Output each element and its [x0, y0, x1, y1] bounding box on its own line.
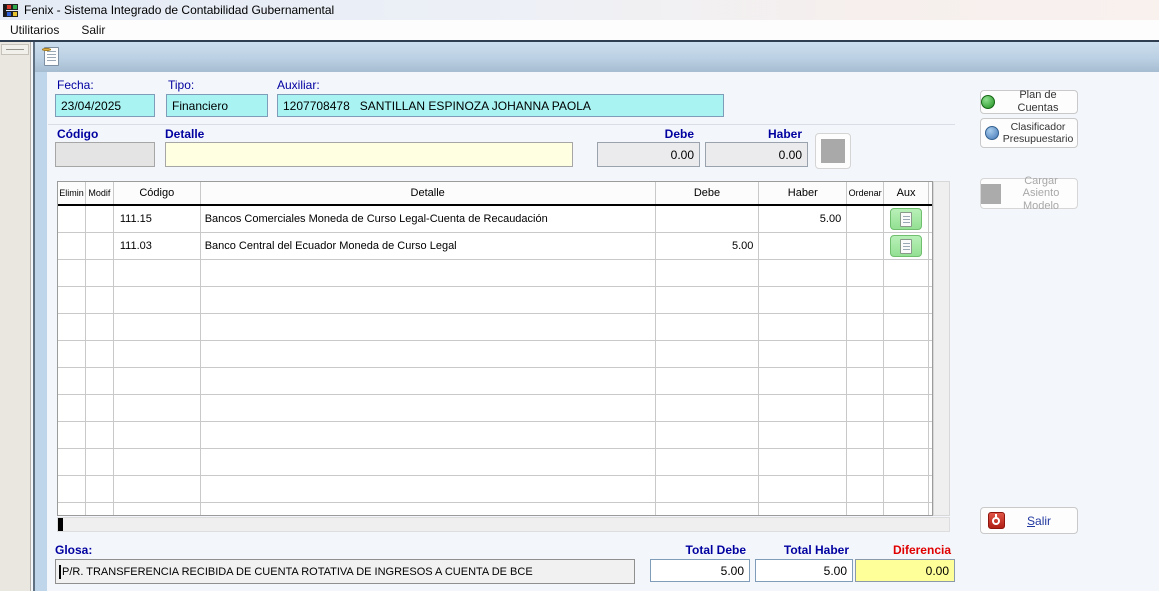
- clasificador-presupuestario-button[interactable]: Clasificador Presupuestario: [980, 118, 1078, 148]
- table-vertical-scrollbar[interactable]: [933, 181, 950, 516]
- cell-debe: [656, 206, 760, 232]
- app-logo-icon: [3, 3, 19, 18]
- aux-button[interactable]: [890, 235, 922, 257]
- table-row-empty[interactable]: [58, 449, 932, 476]
- cell-ordenar[interactable]: [847, 206, 884, 232]
- auxiliar-label: Auxiliar:: [277, 78, 320, 92]
- journal-entry-document-icon[interactable]: [44, 47, 59, 66]
- fecha-input[interactable]: 23/04/2025: [55, 94, 155, 117]
- table-row-empty[interactable]: [58, 476, 932, 503]
- fecha-label: Fecha:: [57, 78, 94, 92]
- debe-label: Debe: [597, 127, 694, 141]
- power-icon: [988, 512, 1005, 529]
- salir-label: Salir: [1027, 514, 1051, 528]
- plan-de-cuentas-label: Plan de Cuentas: [999, 89, 1077, 114]
- dock-grip-handle[interactable]: [1, 44, 29, 55]
- text-caret: [59, 565, 61, 579]
- table-row-empty[interactable]: [58, 260, 932, 287]
- cell-codigo: 111.15: [114, 206, 201, 232]
- cell-modif[interactable]: [86, 233, 114, 259]
- menu-utilitarios[interactable]: Utilitarios: [8, 21, 61, 39]
- codigo-label: Código: [57, 127, 98, 141]
- debe-input[interactable]: 0.00: [597, 142, 700, 167]
- table-row[interactable]: 111.15 Bancos Comerciales Moneda de Curs…: [58, 206, 932, 233]
- header-aux[interactable]: Aux: [884, 182, 929, 204]
- cell-aux: [884, 206, 929, 232]
- total-haber-label: Total Haber: [755, 543, 849, 557]
- add-entry-button[interactable]: [815, 133, 851, 169]
- cargar-asiento-label: Cargar Asiento Modelo: [1005, 175, 1077, 213]
- application-window: Fenix - Sistema Integrado de Contabilida…: [0, 0, 1159, 591]
- cell-detalle: Bancos Comerciales Moneda de Curso Legal…: [201, 206, 656, 232]
- cell-codigo: 111.03: [114, 233, 201, 259]
- header-haber[interactable]: Haber: [759, 182, 847, 204]
- gray-square-icon: [981, 184, 1001, 204]
- header-detalle[interactable]: Detalle: [201, 182, 656, 204]
- cell-elimin[interactable]: [58, 233, 86, 259]
- header-filler: [929, 182, 932, 204]
- tipo-label: Tipo:: [168, 78, 194, 92]
- aux-document-icon: [900, 239, 912, 254]
- blue-sphere-icon: [985, 126, 999, 140]
- glosa-text: P/R. TRANSFERENCIA RECIBIDA DE CUENTA RO…: [62, 566, 533, 578]
- header-debe[interactable]: Debe: [656, 182, 760, 204]
- detalle-label: Detalle: [165, 127, 204, 141]
- left-dock-panel[interactable]: [0, 42, 31, 591]
- table-row-empty[interactable]: [58, 341, 932, 368]
- salir-button[interactable]: Salir: [980, 507, 1078, 534]
- tipo-input[interactable]: Financiero: [166, 94, 268, 117]
- detalle-input[interactable]: [165, 142, 573, 167]
- table-row-empty[interactable]: [58, 368, 932, 395]
- table-row-empty[interactable]: [58, 287, 932, 314]
- toolbar-band: [35, 42, 1159, 72]
- haber-label: Haber: [705, 127, 802, 141]
- cell-ordenar[interactable]: [847, 233, 884, 259]
- haber-input[interactable]: 0.00: [705, 142, 808, 167]
- glosa-label: Glosa:: [55, 543, 92, 557]
- section-divider: [48, 124, 955, 125]
- cell-aux: [884, 233, 929, 259]
- table-row-empty[interactable]: [58, 395, 932, 422]
- table-row[interactable]: 111.03 Banco Central del Ecuador Moneda …: [58, 233, 932, 260]
- header-elimin[interactable]: Elimin: [58, 182, 86, 204]
- window-title: Fenix - Sistema Integrado de Contabilida…: [24, 3, 334, 17]
- table-row-empty[interactable]: [58, 314, 932, 341]
- horizontal-scrollbar-thumb[interactable]: [58, 518, 63, 531]
- title-bar: Fenix - Sistema Integrado de Contabilida…: [0, 0, 1159, 20]
- total-haber-value: 5.00: [755, 559, 853, 582]
- header-codigo[interactable]: Código: [114, 182, 201, 204]
- clasificador-label: Clasificador Presupuestario: [1003, 121, 1074, 145]
- table-row-empty[interactable]: [58, 503, 932, 516]
- diferencia-value: 0.00: [855, 559, 955, 582]
- gray-square-icon: [821, 139, 845, 163]
- entries-table: Elimin Modif Código Detalle Debe Haber O…: [57, 181, 933, 516]
- cell-elimin[interactable]: [58, 206, 86, 232]
- table-horizontal-scrollbar[interactable]: [57, 517, 950, 532]
- table-row-empty[interactable]: [58, 422, 932, 449]
- table-header-row: Elimin Modif Código Detalle Debe Haber O…: [58, 182, 932, 206]
- header-modif[interactable]: Modif: [86, 182, 114, 204]
- aux-button[interactable]: [890, 208, 922, 230]
- diferencia-label: Diferencia: [855, 543, 951, 557]
- total-debe-label: Total Debe: [650, 543, 746, 557]
- total-debe-value: 5.00: [650, 559, 750, 582]
- menu-bar: Utilitarios Salir: [0, 20, 1159, 40]
- cell-haber: 5.00: [759, 206, 847, 232]
- cell-debe: 5.00: [656, 233, 760, 259]
- table-empty-rows: [58, 260, 932, 516]
- header-ordenar[interactable]: Ordenar: [847, 182, 884, 204]
- glosa-input[interactable]: P/R. TRANSFERENCIA RECIBIDA DE CUENTA RO…: [55, 559, 635, 584]
- window-inner-border: [35, 72, 47, 591]
- aux-document-icon: [900, 212, 912, 227]
- plan-de-cuentas-button[interactable]: Plan de Cuentas: [980, 90, 1078, 114]
- green-sphere-icon: [981, 95, 995, 109]
- cargar-asiento-modelo-button[interactable]: Cargar Asiento Modelo: [980, 178, 1078, 209]
- menu-salir[interactable]: Salir: [79, 21, 107, 39]
- cell-detalle: Banco Central del Ecuador Moneda de Curs…: [201, 233, 656, 259]
- cell-modif[interactable]: [86, 206, 114, 232]
- cell-haber: [759, 233, 847, 259]
- codigo-input[interactable]: [55, 142, 155, 167]
- auxiliar-input[interactable]: 1207708478 SANTILLAN ESPINOZA JOHANNA PA…: [277, 94, 724, 117]
